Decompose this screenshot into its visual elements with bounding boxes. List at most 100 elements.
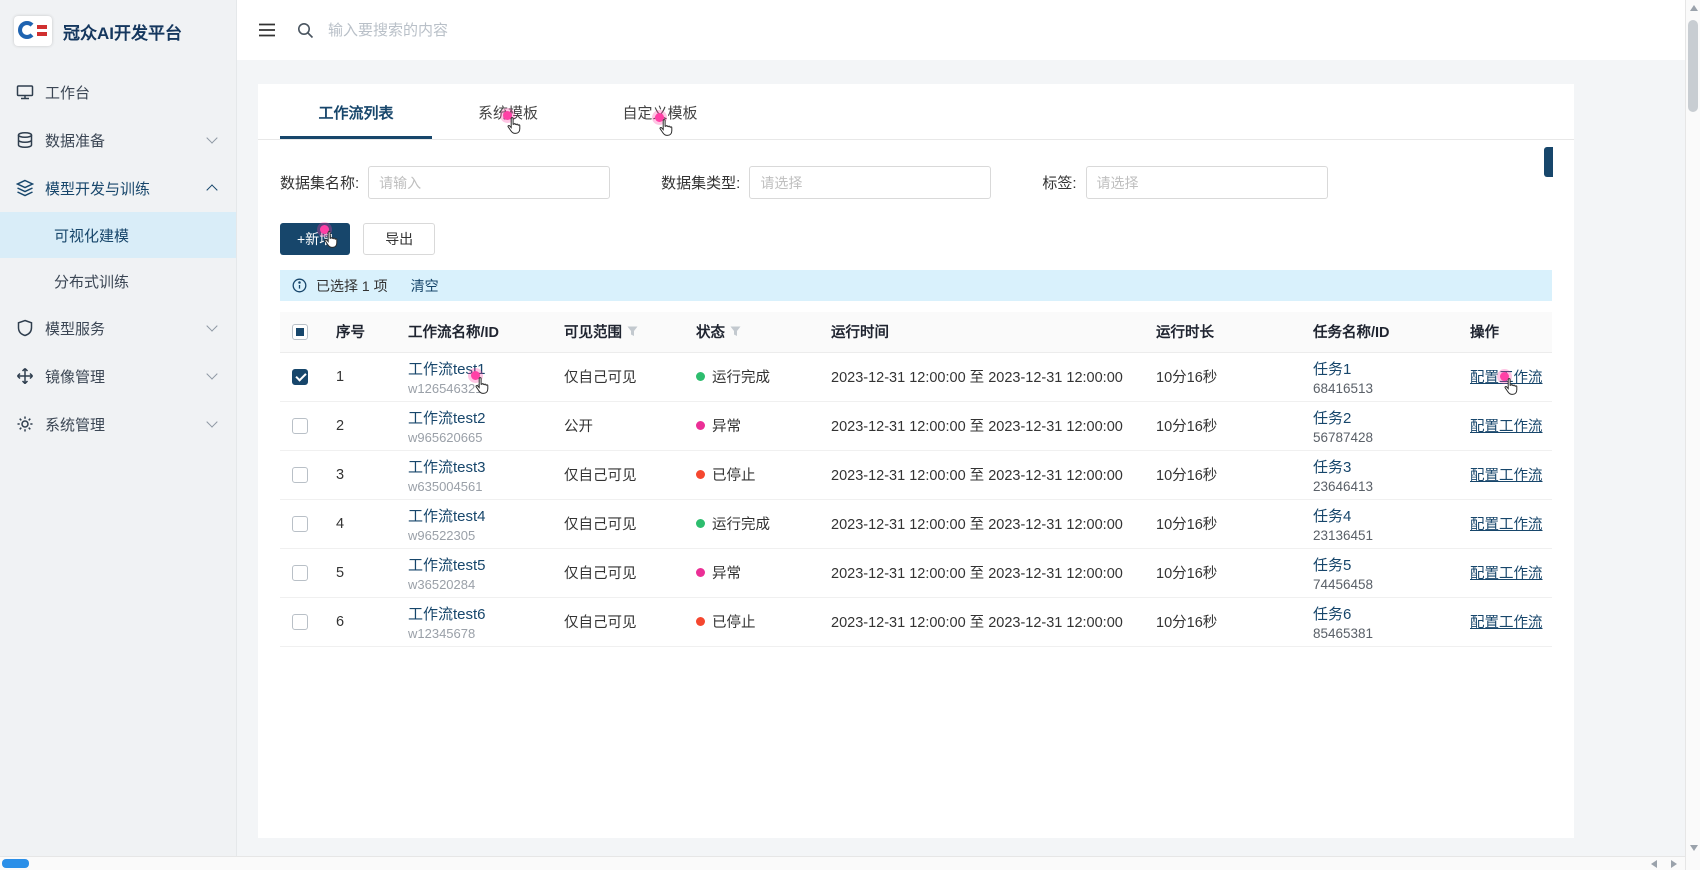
visibility-scope: 仅自己可见 — [548, 499, 680, 548]
search-input[interactable] — [328, 22, 748, 39]
sidebar-item-system-manage[interactable]: 系统管理 — [0, 400, 236, 448]
task-id: 56787428 — [1313, 430, 1454, 445]
run-time: 2023-12-31 12:00:00 至 2023-12-31 12:00:0… — [815, 352, 1140, 401]
row-checkbox[interactable] — [292, 614, 308, 630]
row-checkbox[interactable] — [292, 467, 308, 483]
sidebar-item-model-service[interactable]: 模型服务 — [0, 304, 236, 352]
task-id: 85465381 — [1313, 626, 1454, 641]
status-dot — [696, 568, 705, 577]
hamburger-menu-icon[interactable] — [257, 20, 277, 40]
sidebar-subitem-visual-modeling[interactable]: 可视化建模 — [0, 212, 236, 258]
sidebar-item-workbench[interactable]: 工作台 — [0, 68, 236, 116]
row-index: 1 — [320, 352, 392, 401]
dataset-name-input[interactable] — [368, 166, 610, 199]
chevron-down-icon — [206, 416, 217, 427]
vertical-scrollbar[interactable] — [1685, 0, 1700, 870]
workflow-name-link[interactable]: 工作流test3 — [408, 456, 548, 477]
horizontal-scrollbar[interactable] — [0, 856, 1685, 870]
task-name: 任务1 — [1313, 358, 1454, 379]
status-dot — [696, 470, 705, 479]
workflow-id: w965620665 — [408, 430, 548, 445]
col-header-scope: 可见范围 — [548, 312, 680, 352]
row-index: 2 — [320, 401, 392, 450]
task-id: 23646413 — [1313, 479, 1454, 494]
task-name: 任务2 — [1313, 407, 1454, 428]
run-duration: 10分16秒 — [1140, 352, 1297, 401]
dataset-type-select[interactable] — [749, 166, 991, 199]
search-icon[interactable] — [297, 22, 314, 39]
clear-selection-link[interactable]: 清空 — [411, 276, 439, 296]
selection-count-text: 已选择 1 项 — [316, 276, 388, 296]
run-time: 2023-12-31 12:00:00 至 2023-12-31 12:00:0… — [815, 401, 1140, 450]
col-header-task: 任务名称/ID — [1297, 312, 1454, 352]
configure-workflow-link[interactable]: 配置工作流 — [1470, 370, 1543, 386]
tab-workflow-list[interactable]: 工作流列表 — [280, 84, 432, 139]
workflow-name-link[interactable]: 工作流test4 — [408, 505, 548, 526]
sidebar-subitem-distributed-training[interactable]: 分布式训练 — [0, 258, 236, 304]
table-row: 6 工作流test6 w12345678 仅自己可见 已停止 2023-12-3… — [280, 597, 1552, 646]
sidebar-item-label: 模型开发与训练 — [45, 178, 150, 199]
filter-funnel-icon[interactable] — [627, 326, 638, 337]
sidebar-item-data-prep[interactable]: 数据准备 — [0, 116, 236, 164]
sidebar-item-label: 系统管理 — [45, 414, 105, 435]
row-checkbox[interactable] — [292, 418, 308, 434]
status-dot — [696, 372, 705, 381]
configure-workflow-link[interactable]: 配置工作流 — [1470, 615, 1543, 631]
col-header-status: 状态 — [680, 312, 815, 352]
visibility-scope: 仅自己可见 — [548, 352, 680, 401]
content-area: 工作流列表 系统模板 自定义模板 数据集名称: 数据集类型: 标签: — [237, 60, 1700, 870]
configure-workflow-link[interactable]: 配置工作流 — [1470, 566, 1543, 582]
scroll-down-arrow[interactable] — [1690, 845, 1698, 851]
row-index: 3 — [320, 450, 392, 499]
tag-select[interactable] — [1086, 166, 1328, 199]
row-checkbox[interactable] — [292, 369, 308, 385]
select-all-checkbox[interactable] — [292, 324, 308, 340]
task-id: 74456458 — [1313, 577, 1454, 592]
col-header-label: 状态 — [696, 321, 725, 342]
col-header-workflow: 工作流名称/ID — [392, 312, 548, 352]
sidebar-item-model-dev[interactable]: 模型开发与训练 — [0, 164, 236, 212]
task-name: 任务4 — [1313, 505, 1454, 526]
configure-workflow-link[interactable]: 配置工作流 — [1470, 419, 1543, 435]
workflow-name-link[interactable]: 工作流test2 — [408, 407, 548, 428]
scroll-left-arrow[interactable] — [1651, 860, 1657, 868]
task-name: 任务5 — [1313, 554, 1454, 575]
table-header-row: 序号 工作流名称/ID 可见范围 状态 运行时间 — [280, 312, 1552, 352]
tab-custom-template[interactable]: 自定义模板 — [584, 84, 736, 139]
filter-dataset-name: 数据集名称: — [280, 166, 610, 199]
toolbar: +新增 导出 — [258, 199, 1574, 255]
vertical-scroll-thumb[interactable] — [1688, 20, 1698, 112]
visibility-scope: 公开 — [548, 401, 680, 450]
col-header-action: 操作 — [1454, 312, 1552, 352]
col-header-runtime: 运行时间 — [815, 312, 1140, 352]
info-icon — [292, 278, 307, 293]
workflow-name-link[interactable]: 工作流test5 — [408, 554, 548, 575]
scroll-up-arrow[interactable] — [1690, 5, 1698, 11]
tab-system-template[interactable]: 系统模板 — [432, 84, 584, 139]
filter-funnel-icon[interactable] — [730, 326, 741, 337]
sidebar-item-image-manage[interactable]: 镜像管理 — [0, 352, 236, 400]
workflow-id: w96522305 — [408, 528, 548, 543]
configure-workflow-link[interactable]: 配置工作流 — [1470, 468, 1543, 484]
row-index: 6 — [320, 597, 392, 646]
visibility-scope: 仅自己可见 — [548, 548, 680, 597]
export-button[interactable]: 导出 — [363, 223, 435, 255]
status-text: 已停止 — [712, 468, 756, 484]
image-manage-icon — [16, 367, 34, 385]
configure-workflow-link[interactable]: 配置工作流 — [1470, 517, 1543, 533]
workbench-icon — [16, 83, 34, 101]
workflow-name-link[interactable]: 工作流test6 — [408, 603, 548, 624]
logo-row: 冠众AI开发平台 — [0, 0, 236, 62]
chevron-up-icon — [206, 184, 217, 195]
row-checkbox[interactable] — [292, 565, 308, 581]
row-checkbox[interactable] — [292, 516, 308, 532]
table-row: 1 工作流test1 w126546321 仅自己可见 运行完成 2023-12… — [280, 352, 1552, 401]
horizontal-scroll-thumb[interactable] — [2, 859, 29, 868]
right-drawer-handle[interactable] — [1544, 147, 1553, 177]
workflow-name-link[interactable]: 工作流test1 — [408, 358, 548, 379]
table-row: 5 工作流test5 w36520284 仅自己可见 异常 2023-12-31… — [280, 548, 1552, 597]
run-duration: 10分16秒 — [1140, 548, 1297, 597]
add-button[interactable]: +新增 — [280, 223, 350, 255]
scroll-right-arrow[interactable] — [1671, 860, 1677, 868]
selection-bar: 已选择 1 项 清空 — [280, 270, 1552, 301]
